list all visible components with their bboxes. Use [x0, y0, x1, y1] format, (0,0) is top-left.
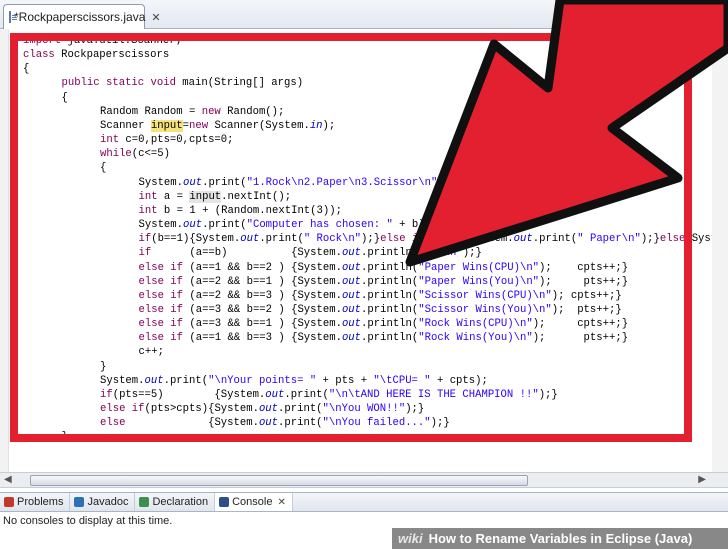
editor-tab-strip: *Rockpaperscissors.java ✕	[0, 0, 728, 29]
code-line[interactable]	[23, 459, 728, 473]
view-tab-declaration[interactable]: Declaration	[135, 493, 216, 511]
view-tab-javadoc[interactable]: Javadoc	[70, 493, 136, 511]
maximize-button[interactable]	[707, 7, 722, 20]
watermark-banner: wiki How to Rename Variables in Eclipse …	[392, 528, 728, 549]
overview-ruler	[712, 29, 728, 472]
console-icon	[219, 497, 230, 507]
minimize-button[interactable]	[689, 7, 704, 20]
close-view-icon[interactable]: ✕	[277, 497, 285, 508]
bottom-view-tabs: Problems Javadoc Declaration Console ✕	[0, 492, 728, 512]
close-tab-icon[interactable]: ✕	[151, 11, 160, 24]
scroll-left-icon[interactable]: ◀	[4, 474, 12, 485]
declaration-icon	[139, 497, 150, 507]
view-tab-console[interactable]: Console ✕	[215, 493, 293, 511]
scrollbar-thumb[interactable]	[30, 475, 528, 486]
java-file-icon	[9, 11, 17, 23]
editor-tab-rockpaperscissors[interactable]: *Rockpaperscissors.java ✕	[3, 4, 161, 29]
problems-icon	[4, 497, 14, 507]
watermark-title: How to Rename Variables in Eclipse (Java…	[428, 531, 693, 546]
editor-gutter	[0, 29, 9, 472]
view-tab-label: Javadoc	[87, 496, 129, 508]
wiki-logo: wiki	[398, 531, 423, 546]
view-tab-label: Declaration	[152, 496, 209, 508]
console-message: No consoles to display at this time.	[3, 515, 173, 527]
code-highlight-box	[10, 33, 692, 442]
horizontal-scrollbar[interactable]: ◀ ▶	[0, 472, 728, 488]
editor-tab-label: *Rockpaperscissors.java	[14, 10, 146, 24]
scroll-right-icon[interactable]: ▶	[698, 474, 706, 485]
view-tab-label: Problems	[17, 496, 64, 508]
javadoc-icon	[74, 497, 85, 507]
editor-window-controls	[689, 7, 722, 20]
code-line[interactable]	[23, 445, 728, 459]
view-tab-problems[interactable]: Problems	[0, 493, 71, 511]
view-tab-label: Console	[232, 496, 273, 508]
